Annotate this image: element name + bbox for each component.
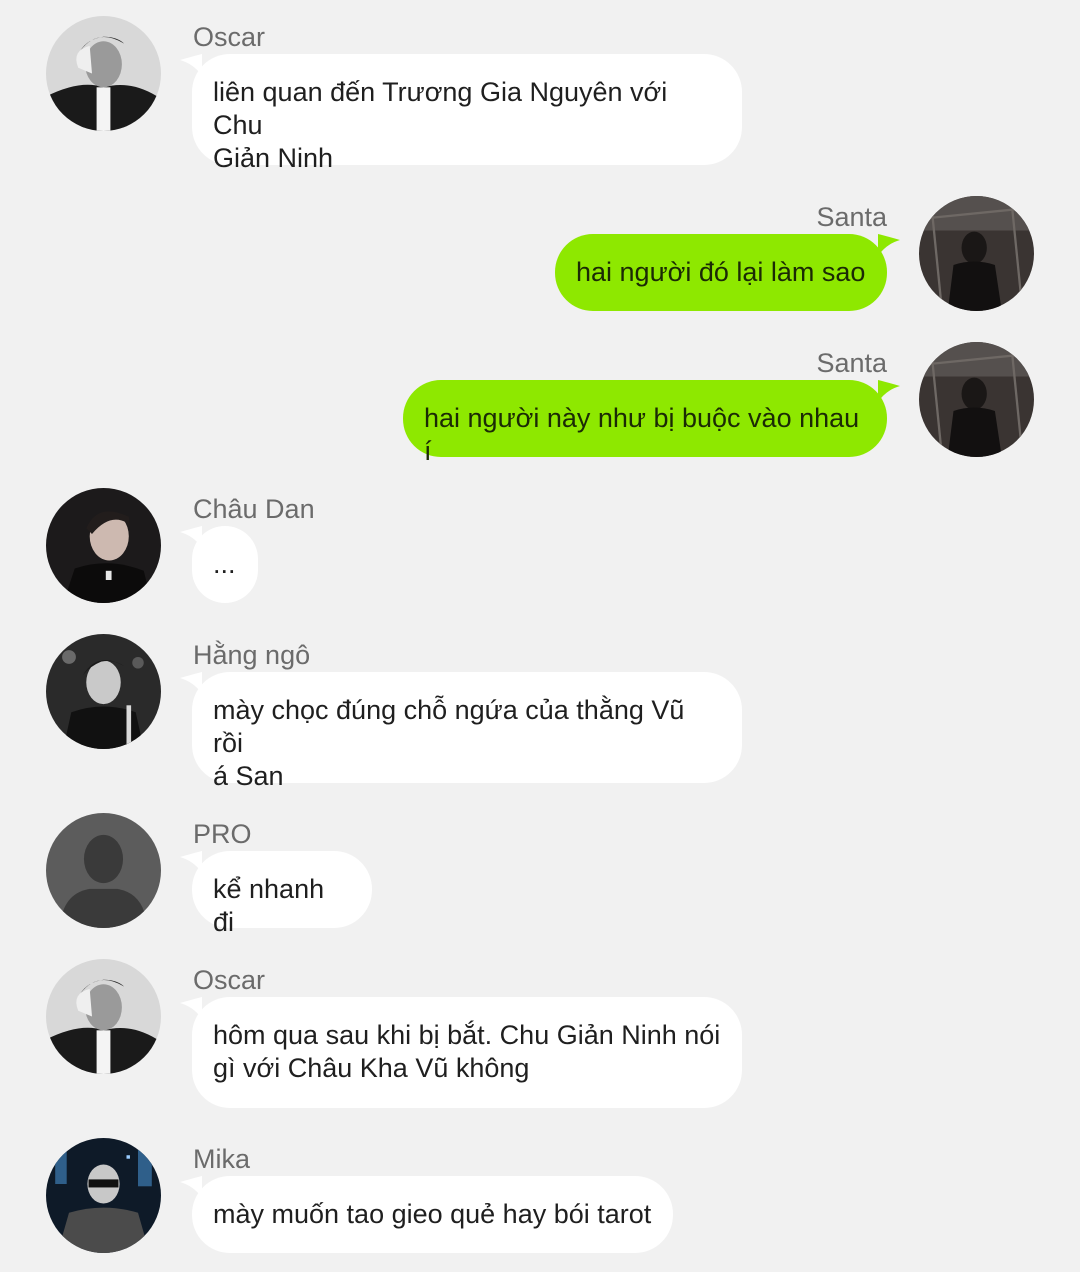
message-bubble[interactable]: mày chọc đúng chỗ ngứa của thằng Vũ rồi … [192,672,742,791]
avatar-photo [46,16,161,131]
sender-name: Santa [816,348,887,378]
sender-name: PRO [193,819,252,849]
default-user-avatar[interactable] [46,813,161,928]
avatar-photo [919,342,1034,457]
chau-dan-avatar[interactable] [46,488,161,603]
message-bubble[interactable]: kể nhanh đi [192,851,372,937]
avatar-photo [46,959,161,1074]
santa-avatar[interactable] [919,196,1034,311]
sender-name: Santa [816,202,887,232]
sender-name: Oscar [193,22,266,52]
santa-avatar[interactable] [919,342,1034,457]
avatar-photo [46,1138,161,1253]
message-bubble[interactable]: liên quan đến Trương Gia Nguyên với Chu … [192,54,742,173]
avatar-photo [919,196,1034,311]
person-silhouette-icon [46,813,161,928]
avatar-photo [46,634,161,749]
message-bubble[interactable]: ... [192,526,258,603]
oscar-avatar[interactable] [46,959,161,1074]
mika-avatar[interactable] [46,1138,161,1253]
message-bubble[interactable]: hôm qua sau khi bị bắt. Chu Giản Ninh nó… [192,997,742,1108]
sender-name: Châu Dan [193,494,315,524]
avatar-photo [46,488,161,603]
message-bubble[interactable]: hai người đó lại làm sao [555,234,887,311]
message-bubble[interactable]: hai người này như bị buộc vào nhau í [403,380,887,466]
hang-ngo-avatar[interactable] [46,634,161,749]
sender-name: Mika [193,1144,251,1174]
sender-name: Oscar [193,965,266,995]
sender-name: Hằng ngô [193,640,311,670]
oscar-avatar[interactable] [46,16,161,131]
message-bubble[interactable]: mày muốn tao gieo quẻ hay bói tarot [192,1176,673,1253]
